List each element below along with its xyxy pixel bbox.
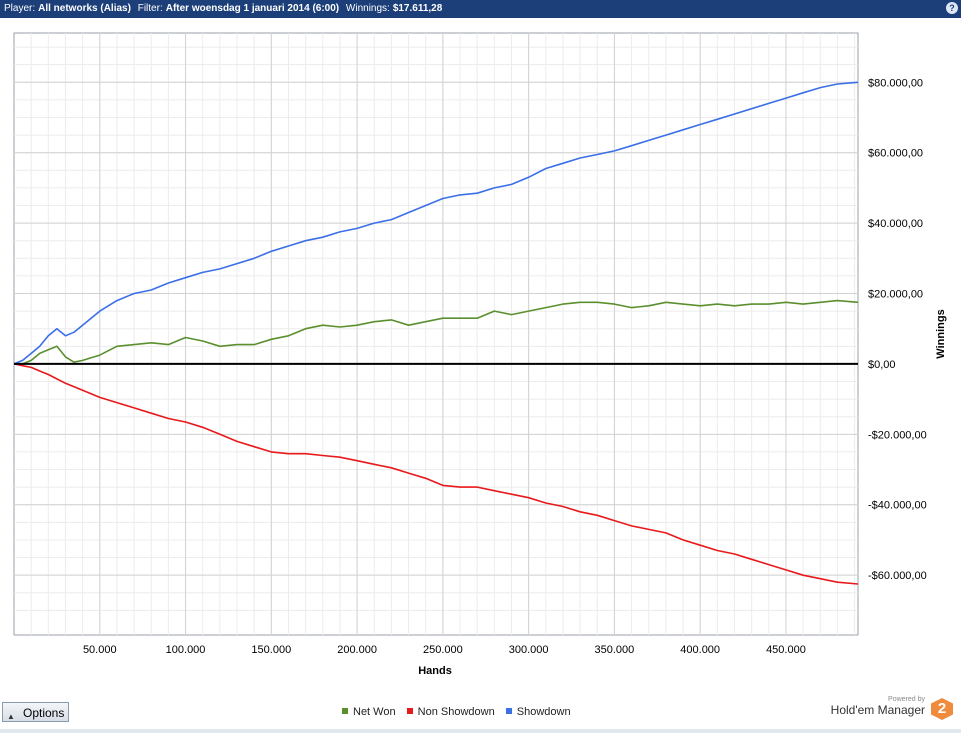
- x-axis-label: Hands: [418, 665, 452, 677]
- y-tick-label: $0,00: [868, 359, 896, 371]
- chart-legend: Net Won Non Showdown Showdown: [342, 706, 579, 718]
- hm2-logo: 2: [931, 698, 953, 720]
- y-tick-label: $60.000,00: [868, 148, 923, 160]
- player-label: Player:: [4, 3, 36, 14]
- y-tick-label: -$20.000,00: [868, 429, 927, 441]
- x-tick-label: 50.000: [83, 644, 117, 656]
- triangle-up-icon: ▲: [7, 712, 15, 721]
- plot-area: [13, 32, 859, 636]
- legend-label: Showdown: [516, 706, 571, 718]
- filter-label: Filter:: [137, 3, 163, 14]
- x-tick-label: 150.000: [251, 644, 291, 656]
- options-label: Options: [23, 706, 65, 720]
- brand: Powered by Hold'em Manager: [831, 696, 925, 717]
- y-axis-label: Winnings: [935, 309, 947, 358]
- y-tick-label: $20.000,00: [868, 289, 923, 301]
- winnings-chart: 50.000 100.000 150.000 200.000 250.000 300.00…: [13, 32, 947, 677]
- help-icon[interactable]: ?: [946, 2, 958, 14]
- y-tick-labels: $80.000,00 $60.000,00 $40.000,00 $20.000,00…: [868, 77, 927, 582]
- x-tick-label: 200.000: [337, 644, 377, 656]
- x-tick-labels: 50.000 100.000 150.000 200.000 250.000 300.00…: [83, 644, 806, 656]
- x-tick-label: 100.000: [166, 644, 206, 656]
- x-tick-label: 300.000: [509, 644, 549, 656]
- x-tick-label: 450.000: [766, 644, 806, 656]
- powered-by-text: Powered by: [888, 696, 925, 703]
- winnings-label: Winnings:: [345, 3, 390, 14]
- player-value[interactable]: All networks (Alias): [38, 0, 131, 18]
- y-tick-label: $40.000,00: [868, 218, 923, 230]
- options-button[interactable]: ▲ Options: [2, 702, 69, 722]
- brand-name: Hold'em Manager: [830, 703, 925, 717]
- legend-label: Net Won: [353, 706, 396, 718]
- y-tick-label: -$60.000,00: [868, 570, 927, 582]
- y-tick-label: $80.000,00: [868, 77, 923, 89]
- x-tick-label: 250.000: [423, 644, 463, 656]
- legend-item-showdown[interactable]: Showdown: [505, 706, 571, 718]
- bottom-bar: ▲ Options Net Won Non Showdown Showdown …: [0, 696, 961, 733]
- header-bar: Player: All networks (Alias) Filter: After…: [0, 0, 961, 18]
- x-tick-label: 350.000: [595, 644, 635, 656]
- legend-item-non-showdown[interactable]: Non Showdown: [406, 706, 495, 718]
- x-tick-label: 400.000: [680, 644, 720, 656]
- filter-value[interactable]: After woensdag 1 januari 2014 (6:00): [166, 0, 339, 18]
- winnings-value: $17.611,28: [392, 3, 443, 14]
- legend-label: Non Showdown: [417, 706, 495, 718]
- bottom-border: [0, 729, 961, 733]
- legend-item-net-won[interactable]: Net Won: [342, 706, 396, 718]
- y-tick-label: -$40.000,00: [868, 500, 927, 512]
